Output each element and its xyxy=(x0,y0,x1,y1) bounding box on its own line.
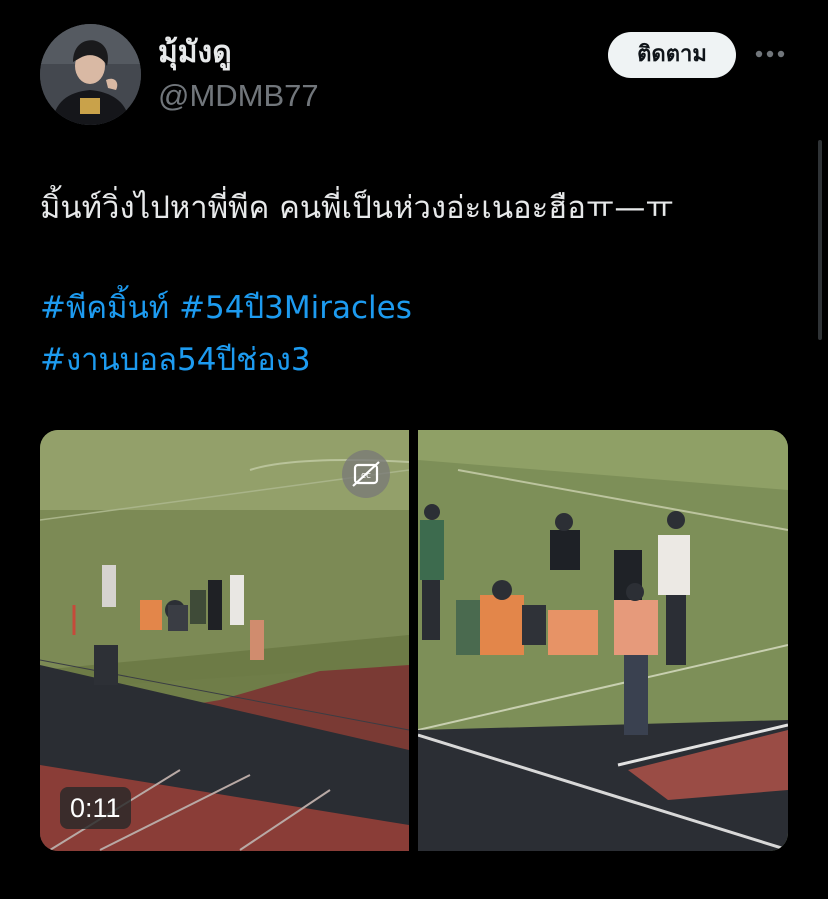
tweet-text-line: มิ้นท์วิ่งไปหาพี่พีค คนพี่เป็นห่วงอ่ะเนอ… xyxy=(40,182,800,234)
hashtag-line: #พีคมิ้นท์ #54ปี3Miracles xyxy=(40,282,800,334)
display-name[interactable]: มุ้มังดู xyxy=(158,34,319,72)
hashtag-link[interactable]: #งานบอล54ปีช่อง3 xyxy=(40,342,311,378)
user-handle[interactable]: @MDMB77 xyxy=(158,76,319,116)
hashtag-link[interactable]: #54ปี3Miracles xyxy=(179,290,412,326)
tweet-header: มุ้มังดู @MDMB77 ติดตาม xyxy=(0,0,828,140)
hashtag-line: #งานบอล54ปีช่อง3 xyxy=(40,334,800,386)
hashtag-link[interactable]: #พีคมิ้นท์ xyxy=(40,290,169,326)
video-duration: 0:11 xyxy=(60,787,131,829)
captions-button[interactable]: cc xyxy=(342,450,390,498)
image-thumbnail[interactable] xyxy=(418,430,788,851)
avatar-image xyxy=(40,24,141,125)
video-thumbnail[interactable]: cc 0:11 xyxy=(40,430,409,851)
media-grid: cc 0:11 xyxy=(40,430,788,851)
more-horizontal-icon[interactable] xyxy=(754,44,786,64)
follow-button[interactable]: ติดตาม xyxy=(608,32,736,78)
tweet-text: มิ้นท์วิ่งไปหาพี่พีค คนพี่เป็นห่วงอ่ะเนอ… xyxy=(40,182,800,386)
user-names: มุ้มังดู @MDMB77 xyxy=(158,34,319,116)
tweet-emoticon: ㅠ—ㅠ xyxy=(585,190,674,226)
closed-captions-off-icon: cc xyxy=(352,461,380,487)
scrollbar[interactable] xyxy=(818,140,822,340)
tweet-sentence: มิ้นท์วิ่งไปหาพี่พีค คนพี่เป็นห่วงอ่ะเนอ… xyxy=(40,190,586,226)
photo xyxy=(418,430,788,851)
avatar[interactable] xyxy=(40,24,141,125)
